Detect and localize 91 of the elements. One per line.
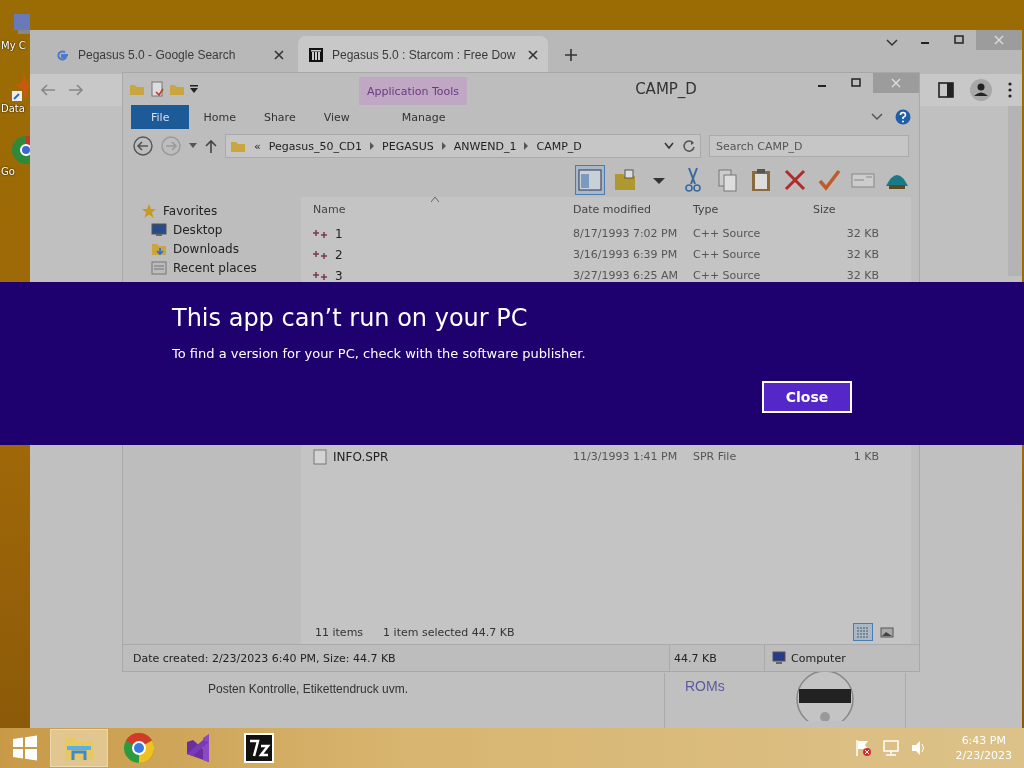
breadcrumb[interactable]: ANWEND_1 [453, 139, 517, 153]
type-cell-text: C++ Source [693, 227, 762, 240]
forward-arrow-icon[interactable] [68, 83, 84, 97]
plus-plus-icon [313, 249, 329, 260]
maximize-icon[interactable] [954, 35, 964, 45]
date-cell-text: 8/17/1993 7:02 PM [573, 227, 679, 240]
file-name[interactable]: INFO.SPR [333, 449, 389, 464]
close-button[interactable]: Close [762, 381, 852, 413]
nav-item[interactable]: Favorites [163, 204, 218, 218]
file-name[interactable]: 2 [335, 247, 343, 262]
file-icon [313, 448, 327, 465]
g-logo-icon [54, 47, 70, 63]
details-text: Date created: 2/23/2023 6:40 PM, Size: 44.7 KB [133, 651, 397, 665]
address-bar[interactable]: « Pegasus_50_CD1 PEGASUS ANWEND_1 CAMP_D [225, 134, 701, 158]
column-header[interactable]: Size [813, 203, 883, 223]
size-text: 44.7 KB [669, 645, 764, 671]
thumbnail-view-icon [880, 625, 894, 639]
windows-logo-icon[interactable] [12, 735, 38, 761]
up-arrow-icon[interactable] [205, 139, 217, 153]
star-icon [141, 203, 157, 219]
size-cell-text: 32 KB [845, 269, 880, 282]
item-count: 11 items [315, 625, 364, 639]
back-icon[interactable] [133, 136, 153, 156]
column-header[interactable]: Name [313, 203, 573, 223]
menu-icon[interactable] [1008, 82, 1012, 98]
location-text: Computer [791, 651, 846, 665]
ribbon-tab[interactable]: View [309, 105, 364, 129]
selection-info: 1 item selected 44.7 KB [383, 625, 515, 639]
column-header[interactable]: Type [693, 203, 813, 223]
file-name[interactable]: 3 [335, 268, 343, 283]
file-name[interactable]: 1 [335, 226, 343, 241]
scrollbar[interactable] [1008, 106, 1022, 276]
monitor-icon [151, 222, 167, 238]
building-icon [308, 47, 324, 63]
details-view-icon [856, 625, 870, 639]
computer-icon [771, 651, 787, 665]
plus-plus-icon [313, 270, 329, 281]
refresh-icon[interactable] [682, 139, 696, 153]
breadcrumb[interactable]: Pegasus_50_CD1 [268, 139, 363, 153]
type-cell-text: C++ Source [693, 248, 762, 261]
size-cell-text: 32 KB [845, 227, 880, 240]
nav-item[interactable]: Desktop [173, 223, 223, 237]
date-cell-text: 3/16/1993 6:39 PM [573, 248, 679, 261]
link[interactable]: ROMs [685, 678, 725, 696]
column-header[interactable]: Date modified [573, 203, 693, 223]
icon-label[interactable]: Go [0, 166, 15, 177]
help-icon[interactable] [895, 109, 911, 125]
profile-icon[interactable] [970, 79, 992, 101]
ribbon-tab[interactable]: File [131, 105, 190, 129]
chevron-down-icon[interactable] [886, 39, 898, 47]
ribbon-tab[interactable]: Manage [371, 105, 476, 129]
preview-pane-icon[interactable] [575, 165, 605, 195]
icon-label[interactable]: Data [0, 103, 25, 114]
icon-label[interactable]: My C [0, 40, 26, 51]
dialog-message: To find a version for your PC, check with the software publisher. [172, 346, 587, 361]
dropdown-icon[interactable] [189, 143, 197, 149]
nav-item[interactable]: Recent places [173, 261, 257, 275]
back-arrow-icon[interactable] [40, 83, 56, 97]
maximize-icon[interactable] [851, 78, 861, 88]
archive-icon [243, 732, 275, 764]
close-icon[interactable] [274, 50, 284, 60]
dropdown-icon[interactable] [189, 84, 199, 94]
chrome-icon [123, 732, 155, 764]
window-title: CAMP_D [634, 80, 698, 98]
chevron-down-icon[interactable] [871, 113, 883, 121]
close-icon[interactable] [528, 50, 538, 60]
context-tab-label: Application Tools [359, 77, 468, 105]
type-cell-text: SPR File [693, 450, 738, 463]
dialog-title: This app can’t run on your PC [172, 304, 529, 332]
breadcrumb[interactable]: PEGASUS [382, 139, 434, 153]
date-cell-text: 11/3/1993 1:41 PM [573, 450, 679, 463]
side-panel-icon[interactable] [938, 82, 954, 98]
plus-plus-icon [313, 228, 329, 239]
download-folder-icon [151, 241, 167, 257]
document-icon[interactable] [149, 81, 165, 97]
ribbon-tab[interactable]: Share [249, 105, 310, 129]
recent-places-icon [151, 260, 167, 276]
ribbon-tab[interactable]: Home [189, 105, 250, 129]
sort-caret-icon [431, 197, 439, 202]
nav-item[interactable]: Downloads [173, 242, 239, 256]
paragraph-text: Posten Kontrolle, Etikettendruck uvm. [208, 682, 409, 696]
size-cell-text: 32 KB [845, 248, 880, 261]
date-cell-text: 3/27/1993 6:25 AM [573, 269, 680, 282]
type-cell-text: C++ Source [693, 269, 762, 282]
flag-icon[interactable] [853, 739, 872, 757]
size-cell-text: 1 KB [852, 450, 880, 463]
dropdown-icon[interactable] [664, 142, 674, 150]
overflow-chevrons[interactable]: « [254, 139, 261, 153]
browser-tab[interactable]: Pegasus 5.0 : Starcom : Free Dow [298, 36, 548, 74]
breadcrumb[interactable]: CAMP_D [536, 139, 582, 153]
search-field[interactable]: Search CAMP_D [709, 135, 909, 157]
